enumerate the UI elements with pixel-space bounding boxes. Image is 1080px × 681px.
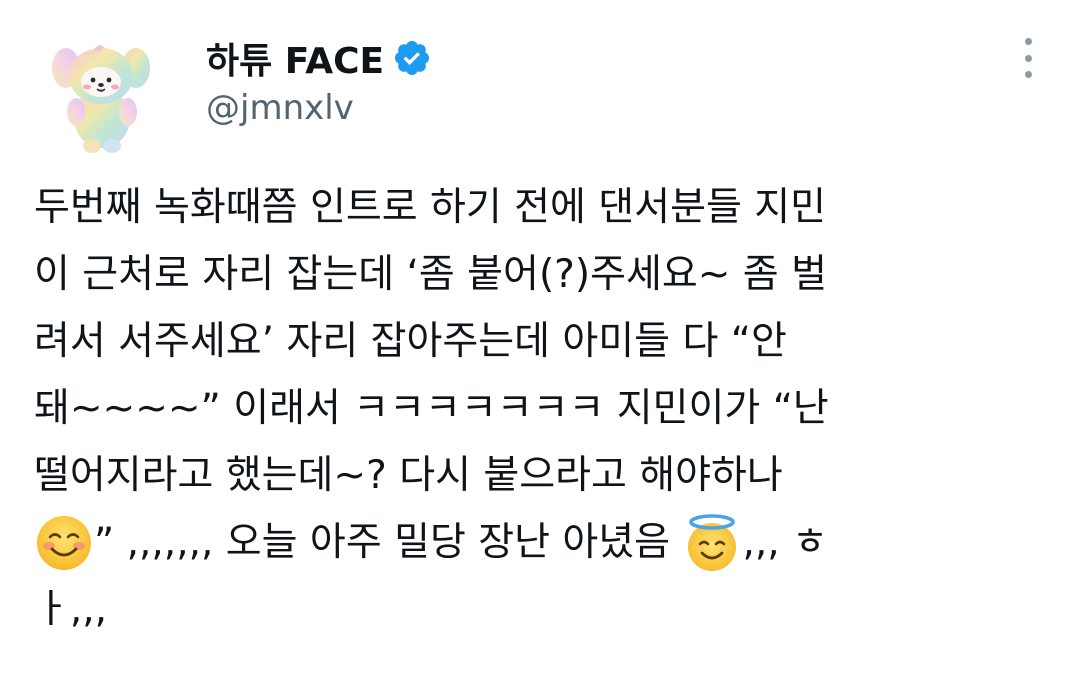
smiling-face-icon xyxy=(34,513,94,573)
tweet-line: ” ,,,,,,, 오늘 아주 밀당 장난 아녔음 ,,, ㅎ xyxy=(34,509,1044,576)
smiling-face-with-halo-icon xyxy=(682,513,742,573)
tweet-segment: ” ,,,,,,, 오늘 아주 밀당 장난 아녔음 xyxy=(94,520,683,565)
verified-badge-icon xyxy=(392,38,432,78)
tweet-line: 떨어지라고 했는데~? 다시 붙으라고 해야하나 xyxy=(34,453,783,498)
tweet-text: 두번째 녹화때쯤 인트로 하기 전에 댄서분들 지민 이 근처로 자리 잡는데 … xyxy=(34,174,1044,643)
tweet-line: ㅏ,,, xyxy=(34,587,108,632)
tweet-line: 돼~~~~” 이래서 ㅋㅋㅋㅋㅋㅋㅋ 지민이가 “난 xyxy=(34,386,829,431)
handle[interactable]: @jmnxlv xyxy=(206,88,354,128)
tweet-line: 려서 서주세요’ 자리 잡아주는데 아미들 다 “안 xyxy=(34,319,787,364)
more-vertical-icon[interactable] xyxy=(1016,38,1040,78)
tweet-line: 이 근처로 자리 잡는데 ‘좀 붙어(?)주세요~ 좀 벌 xyxy=(34,252,827,297)
author-name-row: 하튜 FACE xyxy=(206,30,432,86)
avatar[interactable] xyxy=(36,26,166,156)
display-name[interactable]: 하튜 FACE xyxy=(206,32,384,84)
plush-puppy-avatar-icon xyxy=(52,45,150,153)
menu-dot xyxy=(1024,71,1032,78)
menu-dot xyxy=(1024,54,1032,62)
tweet-segment: ,,, ㅎ xyxy=(742,520,828,565)
menu-dot xyxy=(1024,38,1032,45)
tweet-line: 두번째 녹화때쯤 인트로 하기 전에 댄서분들 지민 xyxy=(34,185,826,230)
